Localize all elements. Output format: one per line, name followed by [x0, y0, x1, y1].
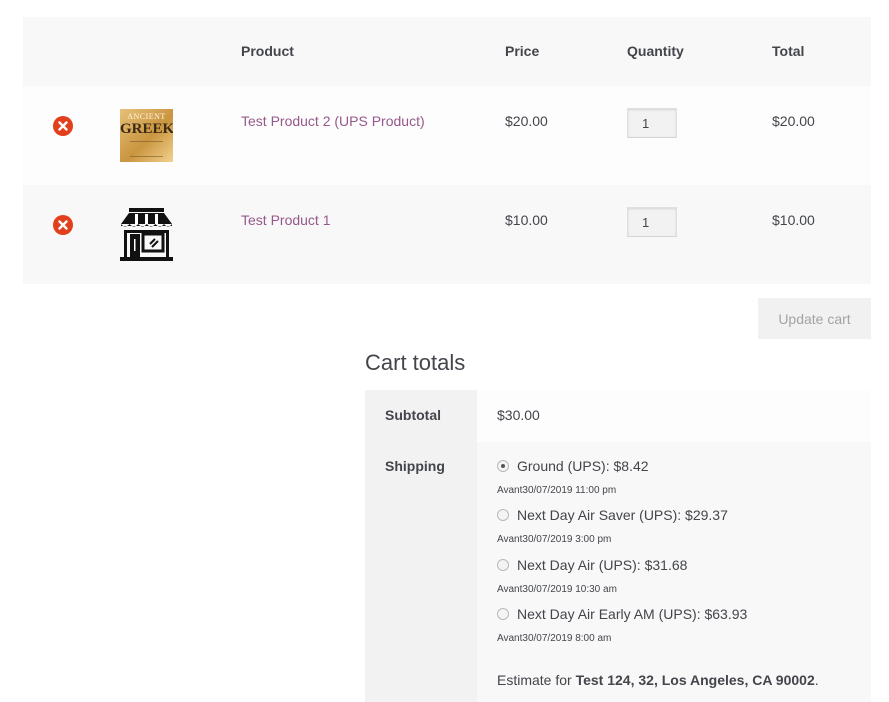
product-thumbnail[interactable]: ANCIENT GREEK	[120, 109, 173, 162]
thumbnail-text-lines	[130, 141, 163, 157]
cart-item-row: ANCIENT GREEK Test Product 2 (UPS Produc…	[23, 86, 871, 185]
cart-totals-title: Cart totals	[365, 350, 466, 375]
thumbnail-title-line: GREEK	[120, 121, 173, 137]
cart-table-header: Product Price Quantity Total	[23, 17, 871, 86]
update-cart-button[interactable]: Update cart	[758, 298, 871, 339]
shipping-option-label: Next Day Air Early AM (UPS): $63.93	[517, 606, 748, 622]
radio-selected-icon[interactable]	[497, 460, 509, 473]
shipping-option-label: Next Day Air (UPS): $31.68	[517, 557, 688, 573]
cart-table: Product Price Quantity Total ANCIENT GRE…	[23, 17, 871, 284]
shipping-eta: Avant30/07/2019 3:00 pm	[497, 534, 612, 545]
shipping-eta: Avant30/07/2019 10:30 am	[497, 584, 617, 595]
thumbnail-title-line: ANCIENT	[127, 112, 166, 121]
product-link[interactable]: Test Product 2 (UPS Product)	[241, 113, 425, 129]
totals-value-column	[477, 390, 871, 702]
item-total: $10.00	[772, 212, 815, 228]
estimate-suffix: .	[814, 672, 819, 688]
shipping-estimate: Estimate for Test 124, 32, Los Angeles, …	[497, 672, 819, 688]
quantity-input[interactable]	[627, 207, 677, 237]
header-quantity: Quantity	[627, 43, 684, 59]
shipping-label: Shipping	[385, 458, 445, 474]
quantity-input[interactable]	[627, 108, 677, 138]
shipping-option-next-day-air-saver[interactable]: Next Day Air Saver (UPS): $29.37	[497, 507, 728, 523]
header-total: Total	[772, 43, 805, 59]
cart-totals-table: Subtotal $30.00 Shipping Ground (UPS): $…	[365, 390, 871, 702]
subtotal-label: Subtotal	[385, 407, 441, 423]
product-link[interactable]: Test Product 1	[241, 212, 331, 228]
radio-icon[interactable]	[497, 559, 509, 572]
item-price: $20.00	[505, 113, 548, 129]
radio-icon[interactable]	[497, 509, 509, 522]
remove-item-icon[interactable]	[53, 116, 73, 136]
shipping-option-next-day-air-early-am[interactable]: Next Day Air Early AM (UPS): $63.93	[497, 606, 747, 622]
estimate-address: Test 124, 32, Los Angeles, CA 90002	[575, 672, 815, 688]
shipping-option-ground[interactable]: Ground (UPS): $8.42	[497, 458, 649, 474]
header-price: Price	[505, 43, 540, 59]
subtotal-value: $30.00	[497, 407, 540, 423]
store-icon[interactable]	[120, 208, 173, 261]
remove-item-icon[interactable]	[53, 215, 73, 235]
radio-icon[interactable]	[497, 608, 509, 621]
header-product: Product	[241, 43, 294, 59]
shipping-option-label: Ground (UPS): $8.42	[517, 458, 649, 474]
item-total: $20.00	[772, 113, 815, 129]
item-price: $10.00	[505, 212, 548, 228]
totals-label-column	[365, 390, 477, 702]
cart-item-row: Test Product 1 $10.00 $10.00	[23, 185, 871, 284]
shipping-eta: Avant30/07/2019 11:00 pm	[497, 485, 617, 496]
estimate-prefix: Estimate for	[497, 672, 576, 688]
shipping-option-label: Next Day Air Saver (UPS): $29.37	[517, 507, 728, 523]
shipping-option-next-day-air[interactable]: Next Day Air (UPS): $31.68	[497, 557, 687, 573]
shipping-eta: Avant30/07/2019 8:00 am	[497, 633, 612, 644]
